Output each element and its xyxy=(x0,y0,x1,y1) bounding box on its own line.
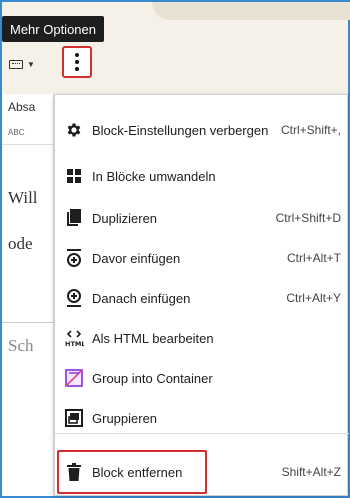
editor-content-area xyxy=(2,94,54,496)
menu-item-label: Gruppieren xyxy=(92,410,158,426)
panel-tab[interactable]: ABC xyxy=(8,128,24,137)
insert-after-icon xyxy=(64,288,84,308)
group-icon xyxy=(64,408,84,428)
block-toolbar xyxy=(2,42,348,88)
gear-icon xyxy=(64,120,84,140)
menu-item-label: Davor einfügen xyxy=(92,250,181,266)
copy-icon xyxy=(64,208,84,228)
grid-icon xyxy=(64,166,84,186)
html-icon: HTML xyxy=(64,328,84,348)
menu-item-shortcut: Ctrl+Shift+D xyxy=(275,211,341,225)
menu-item-edit-as-html[interactable]: HTML Als HTML bearbeiten xyxy=(55,323,349,353)
panel-label: Absa xyxy=(8,100,36,114)
svg-text:HTML: HTML xyxy=(65,340,84,347)
more-options-menu: Block-Einstellungen verbergen Ctrl+Shift… xyxy=(54,94,349,496)
menu-item-convert-to-blocks[interactable]: In Blöcke umwandeln xyxy=(55,161,349,191)
header-decoration xyxy=(152,2,350,20)
chevron-down-icon: ▼ xyxy=(27,59,35,69)
menu-item-label: Group into Container xyxy=(92,370,213,386)
menu-item-label: Danach einfügen xyxy=(92,290,191,306)
menu-item-shortcut: Ctrl+Alt+T xyxy=(286,251,341,265)
menu-item-label: Als HTML bearbeiten xyxy=(92,330,214,346)
panel-divider xyxy=(2,144,54,145)
menu-item-label: In Blöcke umwandeln xyxy=(92,168,216,184)
menu-item-duplicate[interactable]: Duplizieren Ctrl+Shift+D xyxy=(55,203,349,233)
remove-block-highlight xyxy=(57,450,207,494)
editor-text-line[interactable]: ode xyxy=(8,234,33,254)
more-options-button[interactable] xyxy=(62,46,92,78)
tooltip: Mehr Optionen xyxy=(2,16,104,42)
menu-item-insert-after[interactable]: Danach einfügen Ctrl+Alt+Y xyxy=(55,283,349,313)
editor-separator xyxy=(2,322,54,323)
vertical-dots-icon xyxy=(75,53,79,71)
format-dropdown-button[interactable]: ▼ xyxy=(4,52,40,76)
menu-divider xyxy=(55,433,349,434)
editor-text-line[interactable]: Sch xyxy=(8,336,34,356)
keyboard-icon xyxy=(9,59,24,69)
menu-item-shortcut: Ctrl+Shift+, xyxy=(280,123,341,137)
insert-before-icon xyxy=(64,248,84,268)
menu-item-label: Block-Einstellungen verbergen xyxy=(92,122,269,138)
menu-item-hide-block-settings[interactable]: Block-Einstellungen verbergen Ctrl+Shift… xyxy=(55,109,349,151)
menu-item-shortcut: Shift+Alt+Z xyxy=(281,465,341,479)
editor-text-line[interactable]: Will xyxy=(8,188,38,208)
menu-item-label: Duplizieren xyxy=(92,210,158,226)
group-container-icon xyxy=(64,368,84,388)
menu-item-group-into-container[interactable]: Group into Container xyxy=(55,363,349,393)
menu-item-shortcut: Ctrl+Alt+Y xyxy=(286,291,341,305)
menu-item-insert-before[interactable]: Davor einfügen Ctrl+Alt+T xyxy=(55,243,349,273)
menu-item-group[interactable]: Gruppieren xyxy=(55,403,349,433)
